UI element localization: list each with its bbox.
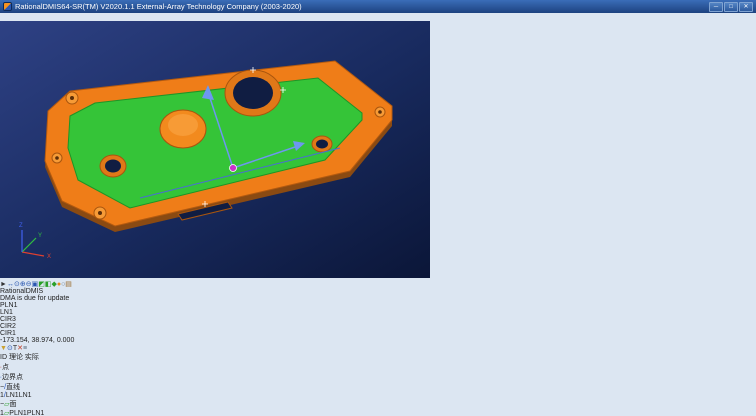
scene-canvas[interactable]: X Y Z bbox=[0, 8, 430, 278]
tree-row-面[interactable]: −▱面 bbox=[0, 399, 756, 409]
hole-left[interactable] bbox=[105, 160, 121, 173]
feature-tree: ∙点∙边界点−/直线1/LN1LN1−▱面1▱PLN1PLN1−○圆1○CIR1… bbox=[0, 362, 756, 416]
axis-z-label: Z bbox=[19, 223, 23, 229]
tree-row-PLN1[interactable]: 1▱PLN1PLN1 bbox=[0, 409, 756, 416]
filter-icon[interactable]: ▼ bbox=[0, 345, 7, 352]
rationaldmis-logo: RationalDMIS bbox=[0, 288, 756, 295]
column-actual: 实际 bbox=[25, 354, 39, 361]
logo-text-dmis: DMIS bbox=[26, 288, 44, 295]
axis-x-label: X bbox=[47, 254, 51, 260]
logo-text-rational: Rational bbox=[0, 288, 26, 295]
tree-row-点[interactable]: ∙点 bbox=[0, 362, 756, 372]
viewport-toolbar: ►↔⊙⊕⊖▣◩◧◆●○▤ bbox=[0, 280, 756, 288]
tree-row-LN1[interactable]: 1/LN1LN1 bbox=[0, 392, 756, 399]
update-badge: DMA is due for update bbox=[0, 295, 756, 302]
feature-actual: PLN1 bbox=[27, 410, 45, 416]
cad-layers-icon[interactable]: ▤ bbox=[65, 281, 72, 288]
tree-row-边界点[interactable]: ∙边界点 bbox=[0, 372, 756, 382]
maximize-button[interactable]: □ bbox=[724, 2, 738, 12]
origin-marker[interactable] bbox=[230, 165, 237, 172]
tree-item-label: 边界点 bbox=[2, 374, 23, 381]
tree-item-label: 直线 bbox=[6, 384, 20, 391]
tree-item-label: 点 bbox=[2, 364, 9, 371]
feature-tree-header: ID 理论 实际 bbox=[0, 352, 756, 362]
feature-tag-cir2[interactable]: CIR2 bbox=[0, 323, 756, 330]
column-id: ID bbox=[0, 354, 7, 361]
hole-right[interactable] bbox=[316, 140, 328, 149]
tree-item-label: 面 bbox=[9, 401, 16, 408]
tree-item-label: PLN1 bbox=[9, 410, 27, 416]
feature-tag-cir3[interactable]: CIR3 bbox=[0, 316, 756, 323]
tree-item-label: LN1 bbox=[6, 392, 19, 399]
app-logo-icon bbox=[3, 2, 12, 11]
pan-view-icon[interactable]: ↔ bbox=[7, 281, 14, 288]
titlebar: RationalDMIS64-SR(TM) V2020.1.1 External… bbox=[0, 0, 756, 13]
axis-y-label: Y bbox=[38, 233, 42, 239]
list-view-icon[interactable]: ≡ bbox=[23, 345, 27, 352]
viewport-3d[interactable]: X Y Z ►↔⊙⊕⊖▣◩◧◆●○▤ RationalDMIS DMA is d… bbox=[0, 8, 756, 344]
app-window: RationalDMIS64-SR(TM) V2020.1.1 External… bbox=[0, 0, 756, 416]
feature-panel-toolbar: ▼⊙T✕≡ bbox=[0, 344, 756, 352]
feature-tag-cir1[interactable]: CIR1 bbox=[0, 330, 756, 337]
feature-tree-panel: ▼⊙T✕≡ ID 理论 实际 ∙点∙边界点−/直线1/LN1LN1−▱面1▱PL… bbox=[0, 344, 756, 416]
select-cursor-icon[interactable]: ► bbox=[0, 281, 7, 288]
main-content: X Y Z ►↔⊙⊕⊖▣◩◧◆●○▤ RationalDMIS DMA is d… bbox=[0, 8, 756, 416]
window-controls: ─ □ ✕ bbox=[709, 2, 753, 12]
feature-actual: LN1 bbox=[19, 392, 32, 399]
close-button[interactable]: ✕ bbox=[739, 2, 753, 12]
feature-tag-pln1[interactable]: PLN1 bbox=[0, 302, 756, 309]
window-title: RationalDMIS64-SR(TM) V2020.1.1 External… bbox=[15, 2, 302, 11]
column-nominal: 理论 bbox=[9, 354, 23, 361]
view-top-icon[interactable]: ◩ bbox=[38, 281, 45, 288]
tree-row-直线[interactable]: −/直线 bbox=[0, 382, 756, 392]
feature-tag-ln1[interactable]: LN1 bbox=[0, 309, 756, 316]
probe-position-readout: -173.154, 38.974, 0.000 bbox=[0, 337, 756, 344]
minimize-button[interactable]: ─ bbox=[709, 2, 723, 12]
hole-large[interactable] bbox=[233, 77, 273, 109]
